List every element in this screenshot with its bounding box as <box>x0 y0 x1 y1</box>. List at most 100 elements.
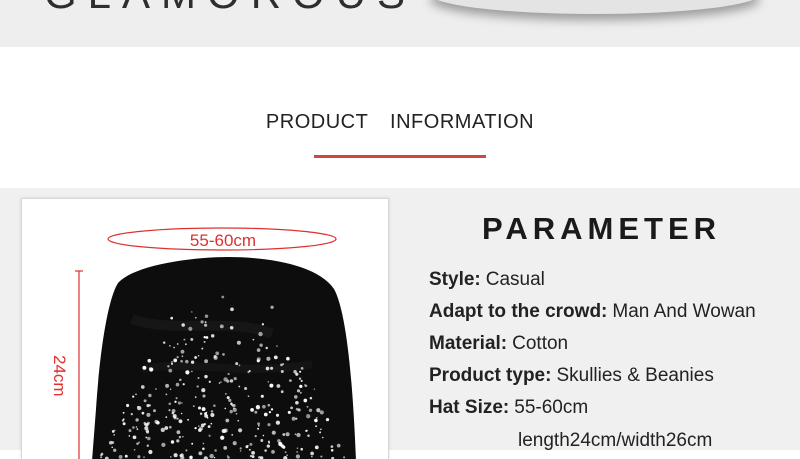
rhinestone <box>304 384 308 388</box>
rhinestone <box>146 444 150 447</box>
rhinestone <box>169 456 172 458</box>
rhinestone <box>305 429 309 432</box>
rhinestone <box>132 435 137 440</box>
rhinestone <box>196 385 199 388</box>
rhinestone <box>270 366 274 370</box>
rhinestone <box>288 379 292 383</box>
rhinestone <box>147 436 151 441</box>
rhinestone <box>207 425 211 428</box>
rhinestone <box>233 376 237 381</box>
rhinestone <box>148 393 152 398</box>
rhinestone <box>238 428 243 433</box>
rhinestone <box>141 411 145 415</box>
param-key: Product type: <box>429 365 552 386</box>
rhinestone <box>204 321 207 324</box>
rhinestone <box>229 409 233 414</box>
rhinestone <box>135 426 138 428</box>
rhinestone <box>100 452 104 456</box>
rhinestone <box>213 456 216 459</box>
rhinestone <box>247 371 250 374</box>
rhinestone <box>299 391 302 394</box>
rhinestone <box>143 456 145 458</box>
rhinestone <box>176 356 179 359</box>
rhinestone <box>210 334 215 338</box>
param-value: Cotton <box>512 333 569 354</box>
rhinestone <box>137 406 139 408</box>
rhinestone <box>265 346 268 350</box>
rhinestone <box>100 456 102 459</box>
rhinestone <box>191 311 193 313</box>
rhinestone <box>235 362 239 366</box>
rhinestone <box>322 436 324 439</box>
rhinestone <box>219 324 224 329</box>
rhinestone <box>181 402 183 404</box>
rhinestone <box>194 356 197 359</box>
rhinestone <box>275 413 280 417</box>
rhinestone <box>147 358 152 363</box>
rhinestone <box>320 428 322 431</box>
rhinestone <box>296 451 298 453</box>
rhinestone <box>269 383 274 388</box>
rhinestone <box>257 427 260 430</box>
rhinestone <box>118 454 123 459</box>
rhinestone <box>315 425 318 428</box>
rhinestone <box>136 442 139 445</box>
rhinestone <box>204 314 209 318</box>
rhinestone <box>210 410 214 413</box>
rhinestone <box>191 370 193 373</box>
rhinestone <box>199 412 203 416</box>
rhinestone <box>111 429 115 433</box>
rhinestone <box>237 419 240 422</box>
rhinestone <box>286 356 290 361</box>
rhinestone <box>230 402 233 405</box>
rhinestone <box>201 347 204 350</box>
rhinestone <box>343 456 346 459</box>
rhinestone <box>122 418 125 421</box>
parameter-heading: PARAMETER <box>482 211 722 246</box>
rhinestone <box>306 405 309 408</box>
hat-size-dimensions: length24cm/width26cm <box>518 430 713 451</box>
rhinestone <box>245 445 249 449</box>
rhinestone <box>197 425 200 427</box>
rhinestone <box>280 390 284 394</box>
rhinestone <box>183 338 186 341</box>
rhinestone <box>276 384 281 388</box>
rhinestone <box>235 412 238 415</box>
rhinestone <box>256 359 260 363</box>
rhinestone <box>295 454 300 459</box>
rhinestone <box>228 398 232 402</box>
rhinestone <box>268 442 270 444</box>
rhinestone <box>164 426 169 430</box>
rhinestone <box>244 386 248 391</box>
rhinestone <box>155 388 157 390</box>
rhinestone <box>284 451 287 454</box>
rhinestone <box>290 406 293 410</box>
rhinestone <box>168 402 172 406</box>
rhinestone <box>294 433 297 436</box>
rhinestone <box>298 377 302 380</box>
rhinestone <box>258 331 263 337</box>
rhinestone <box>220 381 222 383</box>
rhinestone <box>271 450 275 454</box>
rhinestone <box>111 446 113 449</box>
rhinestone <box>185 370 190 375</box>
param-value: Casual <box>485 269 545 290</box>
param-row-material: Material: Cotton <box>429 333 568 355</box>
rhinestone <box>249 442 253 446</box>
rhinestone <box>204 412 207 415</box>
title-underline <box>314 155 486 158</box>
rhinestone <box>313 388 316 390</box>
rhinestone <box>263 412 268 417</box>
rhinestone <box>293 370 297 374</box>
rhinestone <box>165 416 168 418</box>
rhinestone <box>308 408 313 412</box>
rhinestone <box>148 449 153 455</box>
rhinestone <box>108 440 113 445</box>
rhinestone <box>261 323 265 326</box>
rhinestone <box>122 411 125 414</box>
param-key: Style: <box>429 269 481 290</box>
rhinestone <box>162 341 166 344</box>
rhinestone <box>177 401 181 405</box>
rhinestone <box>188 326 193 331</box>
rhinestone <box>280 370 284 373</box>
